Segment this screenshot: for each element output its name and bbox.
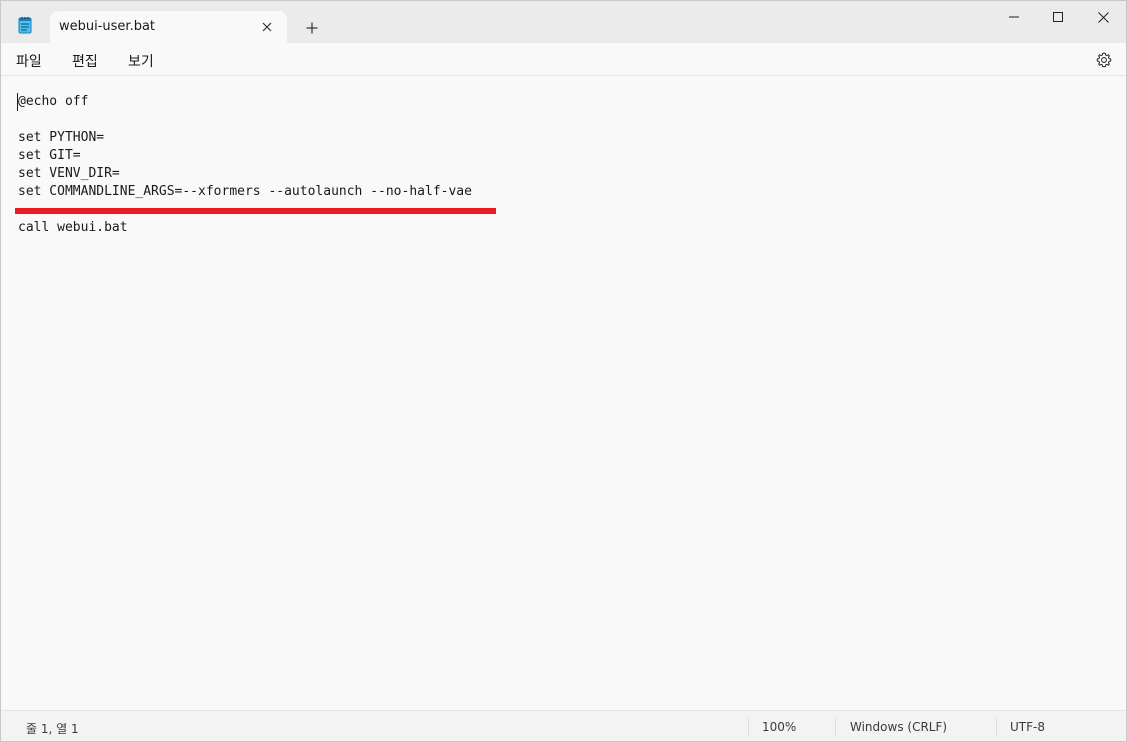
plus-icon	[306, 22, 318, 34]
cursor-position: 줄 1, 열 1	[26, 722, 79, 736]
status-divider	[996, 718, 997, 736]
menu-bar: 파일 편집 보기	[1, 43, 1126, 76]
encoding[interactable]: UTF-8	[1010, 720, 1045, 734]
notepad-icon	[15, 15, 35, 35]
code-line: set GIT=	[18, 148, 81, 163]
maximize-button[interactable]	[1035, 1, 1081, 33]
menu-view[interactable]: 보기	[126, 51, 156, 71]
line-ending[interactable]: Windows (CRLF)	[850, 720, 947, 734]
code-line: set VENV_DIR=	[18, 166, 120, 181]
code-line: @echo off	[18, 94, 89, 109]
code-line: set PYTHON=	[18, 130, 105, 145]
gear-icon	[1096, 52, 1112, 68]
document-tab[interactable]: webui-user.bat	[50, 11, 287, 43]
status-divider	[748, 718, 749, 736]
text-caret	[17, 93, 18, 111]
status-bar: 줄 1, 열 1 100% Windows (CRLF) UTF-8	[1, 710, 1126, 741]
text-editor[interactable]: @echo off set PYTHON= set GIT= set VENV_…	[1, 76, 1126, 710]
maximize-icon	[1053, 12, 1063, 22]
minimize-icon	[1009, 16, 1019, 18]
close-window-button[interactable]	[1080, 1, 1126, 33]
close-icon	[1097, 11, 1109, 23]
title-bar[interactable]: webui-user.bat	[1, 1, 1126, 43]
close-tab-icon[interactable]	[257, 17, 277, 37]
minimize-button[interactable]	[991, 1, 1037, 33]
menu-edit[interactable]: 편집	[70, 51, 100, 71]
editor-content[interactable]: @echo off set PYTHON= set GIT= set VENV_…	[18, 93, 472, 237]
settings-button[interactable]	[1094, 50, 1114, 70]
notepad-window: webui-user.bat 파일 편집 보기 @echo off set PY…	[0, 0, 1127, 742]
status-divider	[835, 718, 836, 736]
new-tab-button[interactable]	[299, 17, 325, 39]
menu-file[interactable]: 파일	[14, 51, 44, 71]
code-line: set COMMANDLINE_ARGS=--xformers --autola…	[18, 184, 472, 199]
zoom-level[interactable]: 100%	[762, 720, 796, 734]
code-line: call webui.bat	[18, 220, 128, 235]
red-underline-annotation	[15, 208, 496, 214]
tab-title: webui-user.bat	[59, 19, 156, 34]
